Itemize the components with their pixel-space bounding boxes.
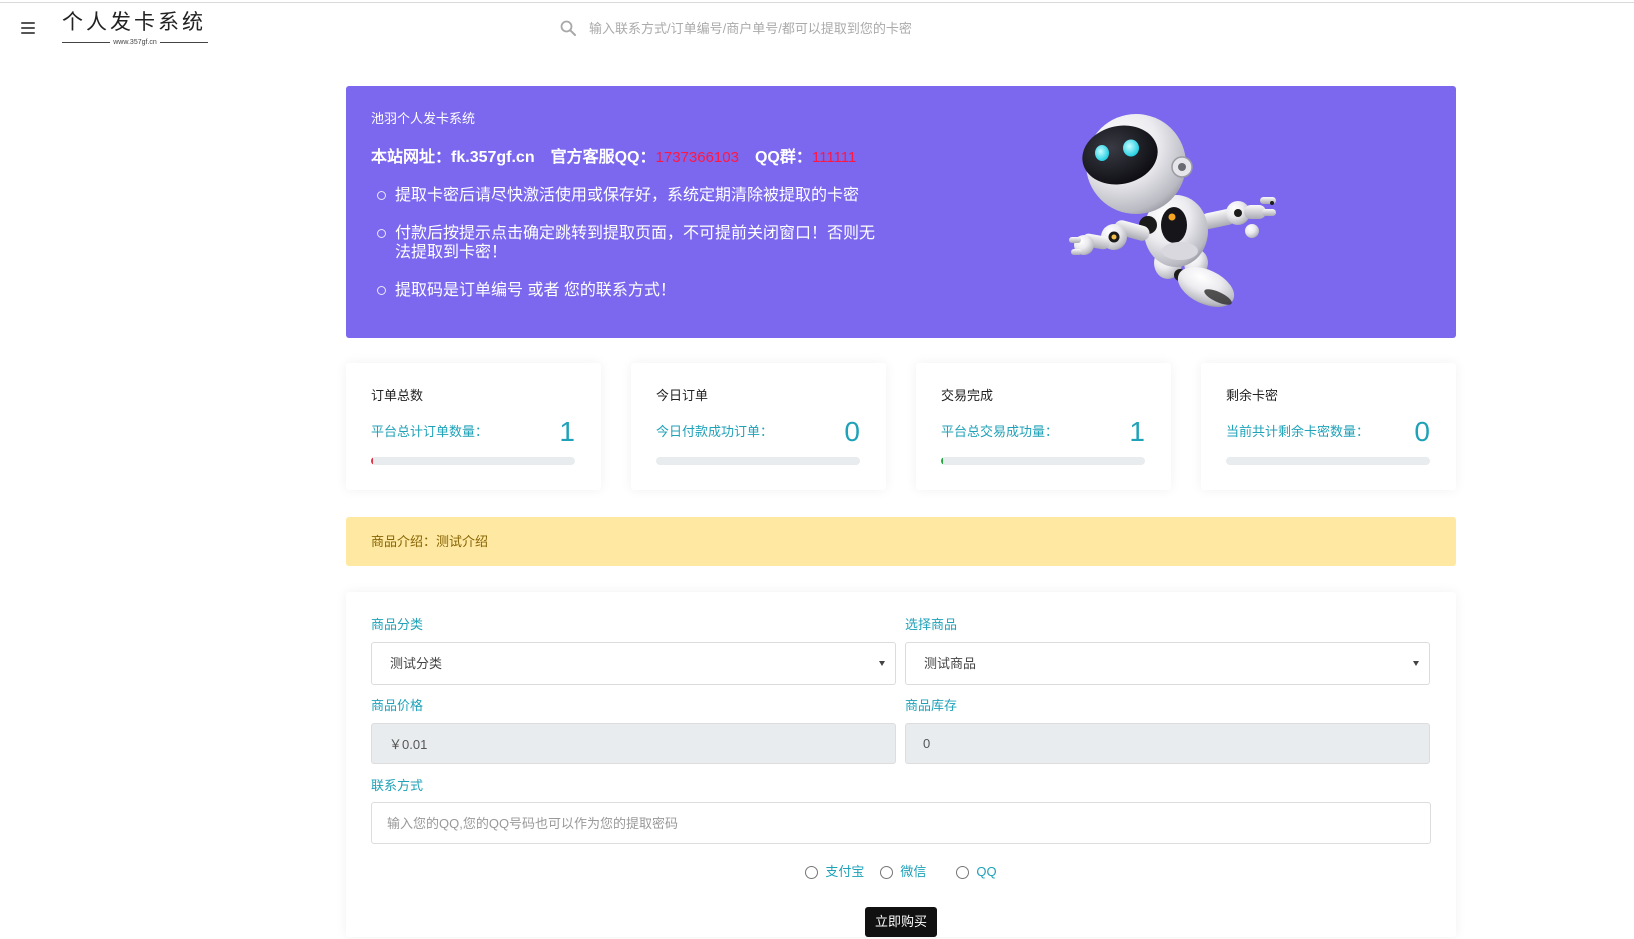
category-select-value: 测试分类 — [390, 656, 443, 671]
stat-progress-bar — [656, 457, 860, 465]
stat-value: 0 — [1414, 416, 1430, 447]
stat-card-remaining-cards: 剩余卡密 当前共计剩余卡密数量： 0 — [1201, 363, 1456, 490]
stat-progress-bar — [1226, 457, 1430, 465]
stat-title: 订单总数 — [371, 388, 424, 403]
category-label: 商品分类 — [371, 617, 424, 632]
stat-title: 今日订单 — [656, 388, 709, 403]
notice-item: 提取卡密后请尽快激活使用或保存好，系统定期清除被提取的卡密 — [377, 186, 885, 205]
search-icon[interactable] — [560, 20, 576, 36]
support-qq-number: 1737366103 — [655, 149, 739, 166]
payment-option-label: QQ — [976, 864, 997, 879]
site-logo[interactable]: 个人发卡系统 www.357gf.cn — [62, 9, 208, 47]
stat-card-today-orders: 今日订单 今日付款成功订单： 0 — [631, 363, 886, 490]
hamburger-bar — [21, 27, 35, 29]
banner-title: 池羽个人发卡系统 — [371, 111, 476, 126]
site-url: fk.357gf.cn — [451, 149, 535, 166]
info-banner: 池羽个人发卡系统 本站网址： fk.357gf.cn 官方客服QQ： 17373… — [346, 86, 1456, 338]
notice-list: 提取卡密后请尽快激活使用或保存好，系统定期清除被提取的卡密 付款后按提示点击确定… — [377, 186, 885, 319]
payment-option-label: 支付宝 — [825, 864, 865, 879]
hamburger-icon[interactable] — [21, 22, 35, 34]
logo-text: 个人发卡系统 — [62, 10, 206, 34]
stat-label: 平台总交易成功量： — [941, 424, 1059, 439]
stats-row: 订单总数 平台总计订单数量： 1 今日订单 今日付款成功订单： 0 交易完成 平… — [346, 363, 1456, 490]
hamburger-bar — [21, 22, 35, 24]
bullet-icon — [377, 191, 386, 200]
buy-now-button[interactable]: 立即购买 — [865, 907, 937, 937]
robot-left-arm — [1069, 216, 1157, 255]
caret-down-icon — [879, 661, 885, 666]
contact-input[interactable] — [371, 802, 1431, 844]
product-label: 选择商品 — [905, 617, 958, 632]
stat-label: 今日付款成功订单： — [656, 424, 774, 439]
product-intro-alert: 商品介绍：测试介绍 — [346, 517, 1456, 566]
hamburger-bar — [21, 32, 35, 34]
price-label: 商品价格 — [371, 698, 424, 713]
robot-illustration — [1069, 114, 1276, 307]
robot-right-arm — [1200, 197, 1276, 238]
notice-item: 付款后按提示点击确定跳转到提取页面，不可提前关闭窗口！否则无法提取到卡密！ — [377, 224, 885, 262]
stat-progress-fill — [941, 457, 944, 465]
bullet-icon — [377, 229, 386, 238]
logo-rule — [159, 42, 208, 43]
search-input[interactable] — [584, 16, 1204, 40]
stat-title: 剩余卡密 — [1226, 388, 1279, 403]
qq-radio[interactable] — [956, 865, 970, 879]
stock-label: 商品库存 — [905, 698, 958, 713]
qq-group-number: 111111 — [811, 149, 857, 166]
qq-group-label: QQ群： — [754, 149, 812, 166]
payment-option-alipay[interactable]: 支付宝 — [805, 862, 864, 882]
order-form: 商品分类 测试分类 选择商品 测试商品 商品价格 商品库存 联系方式 支付宝 微… — [346, 592, 1456, 937]
stat-label: 当前共计剩余卡密数量： — [1226, 424, 1370, 439]
banner-contact-line: 本站网址： fk.357gf.cn 官方客服QQ： 1737366103 QQ群… — [371, 148, 856, 168]
stat-value: 0 — [844, 416, 860, 447]
logo-rule — [62, 42, 111, 43]
bullet-icon — [377, 286, 386, 295]
notice-item: 提取码是订单编号 或者 您的联系方式！ — [377, 281, 885, 300]
stat-progress-bar — [941, 457, 1145, 465]
caret-down-icon — [1413, 661, 1419, 666]
price-field — [371, 723, 896, 764]
notice-text: 付款后按提示点击确定跳转到提取页面，不可提前关闭窗口！否则无法提取到卡密！ — [395, 225, 876, 261]
product-select-value: 测试商品 — [924, 656, 977, 671]
stat-value: 1 — [559, 416, 575, 447]
stock-field — [905, 723, 1430, 764]
support-qq-label: 官方客服QQ： — [550, 149, 656, 166]
contact-label: 联系方式 — [371, 778, 424, 793]
payment-option-wechat[interactable]: 微信 — [880, 862, 926, 882]
payment-option-qq[interactable]: QQ — [956, 862, 997, 882]
stat-card-completed: 交易完成 平台总交易成功量： 1 — [916, 363, 1171, 490]
top-border — [0, 2, 1634, 3]
stat-progress-bar — [371, 457, 575, 465]
stat-progress-fill — [371, 457, 374, 465]
stat-label: 平台总计订单数量： — [371, 424, 489, 439]
product-select[interactable]: 测试商品 — [905, 642, 1430, 685]
alipay-radio[interactable] — [805, 865, 819, 879]
category-select[interactable]: 测试分类 — [371, 642, 896, 685]
stat-value: 1 — [1129, 416, 1145, 447]
logo-subtitle: www.357gf.cn — [113, 39, 157, 46]
notice-text: 提取卡密后请尽快激活使用或保存好，系统定期清除被提取的卡密 — [395, 187, 860, 204]
site-url-label: 本站网址： — [371, 149, 452, 166]
stat-card-total-orders: 订单总数 平台总计订单数量： 1 — [346, 363, 601, 490]
logo-subtitle-row: www.357gf.cn — [62, 38, 208, 47]
payment-method-group: 支付宝 微信 QQ — [346, 862, 1456, 882]
notice-text: 提取码是订单编号 或者 您的联系方式！ — [395, 282, 676, 299]
payment-option-label: 微信 — [900, 864, 927, 879]
stat-title: 交易完成 — [941, 388, 994, 403]
wechat-radio[interactable] — [880, 865, 894, 879]
